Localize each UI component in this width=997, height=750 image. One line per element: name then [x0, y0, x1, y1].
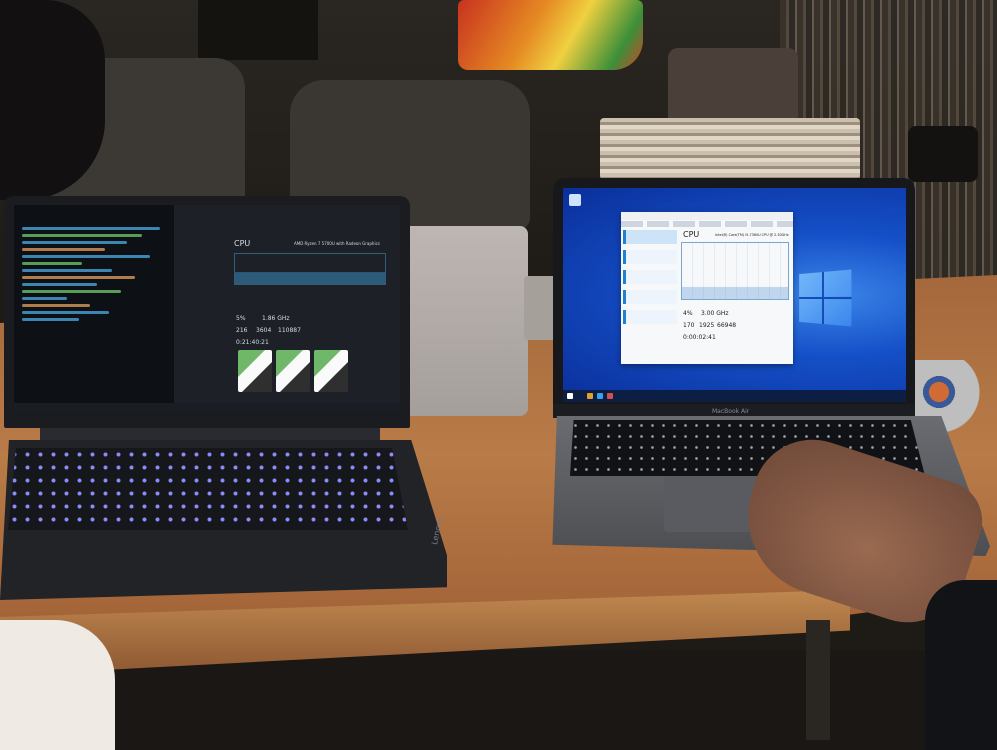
sidebar-item-gpu: [623, 310, 677, 324]
macbook-screen: CPU Intel(R) Core(TM) i5-7360U CPU @ 2.3…: [563, 188, 906, 402]
code-editor: [22, 223, 172, 401]
thread-count: 3604: [256, 327, 272, 334]
colorful-banner: [458, 0, 643, 70]
handle-count: 110887: [278, 327, 301, 334]
cpu-heading: CPU: [683, 230, 700, 239]
lenovo-laptop-screen: CPU AMD Ryzen 7 5700U with Radeon Graphi…: [14, 205, 400, 413]
cpu-processor-name: Intel(R) Core(TM) i5-7360U CPU @ 2.30GHz: [715, 233, 789, 237]
uptime: 0:00:02:41: [683, 334, 716, 341]
macbook-label: MacBook Air: [712, 408, 750, 415]
sidebar-item-cpu: [623, 230, 677, 244]
cpu-usage-graph: [681, 242, 789, 300]
browser-icon: [597, 393, 603, 399]
process-count: 170: [683, 322, 695, 329]
lenovo-hinge: [40, 428, 380, 440]
sidebar-item-memory: [623, 250, 677, 264]
photo-thumbnail: [276, 350, 310, 392]
background-monitor: [198, 0, 318, 60]
task-manager-tabs: [621, 221, 793, 227]
cpu-utilization: 5%: [236, 315, 246, 322]
process-count: 216: [236, 327, 248, 334]
performance-sidebar: [623, 230, 677, 356]
sidebar-item-wifi: [623, 290, 677, 304]
recycle-bin-icon: [569, 194, 581, 206]
uptime: 0:21:40:21: [236, 339, 269, 346]
window-titlebar: [621, 212, 793, 220]
task-manager-window: CPU Intel(R) Core(TM) i5-7360U CPU @ 2.3…: [621, 212, 793, 364]
taskbar: [563, 390, 906, 402]
table-leg: [806, 620, 830, 740]
dark-sleeve: [925, 580, 997, 750]
backlit-keyboard: [8, 448, 408, 530]
photo-thumbnail: [238, 350, 272, 392]
floor: [110, 650, 997, 750]
speaker: [908, 126, 978, 182]
sidebar-item-disk: [623, 270, 677, 284]
task-manager-dark: CPU AMD Ryzen 7 5700U with Radeon Graphi…: [174, 205, 400, 403]
photo-thumbnail: [314, 350, 348, 392]
closed-laptop: [402, 226, 528, 416]
paper-stack: [600, 118, 860, 180]
app-icon: [607, 393, 613, 399]
start-icon: [567, 393, 573, 399]
cpu-utilization: 4%: [683, 310, 693, 317]
thread-count: 1925: [699, 322, 715, 329]
handle-count: 66948: [717, 322, 737, 329]
cpu-speed: 3.00 GHz: [701, 310, 729, 317]
cpu-usage-graph: [234, 253, 386, 285]
cpu-speed: 1.86 GHz: [262, 315, 290, 322]
cpu-heading: CPU: [234, 239, 251, 248]
white-sleeve: [0, 620, 115, 750]
windows-logo-icon: [799, 269, 852, 327]
taskbar: [14, 403, 400, 413]
folder-icon: [587, 393, 593, 399]
cpu-processor-name: AMD Ryzen 7 5700U with Radeon Graphics: [294, 241, 380, 246]
